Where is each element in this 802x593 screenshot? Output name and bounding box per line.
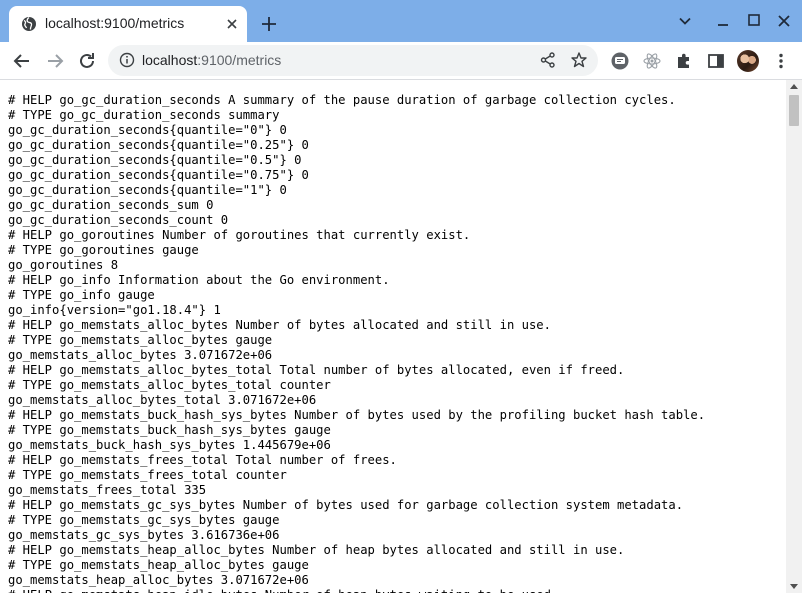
url-path: :9100/metrics	[197, 52, 282, 68]
metrics-line: # HELP go_memstats_alloc_bytes_total Tot…	[8, 363, 625, 377]
metrics-line: go_info{version="go1.18.4"} 1	[8, 303, 221, 317]
metrics-line: go_gc_duration_seconds{quantile="0.5"} 0	[8, 153, 302, 167]
metrics-line: go_gc_duration_seconds{quantile="1"} 0	[8, 183, 287, 197]
address-bar[interactable]: localhost:9100/metrics	[108, 45, 598, 76]
minimize-icon[interactable]	[714, 12, 732, 30]
url-host: localhost	[142, 52, 198, 68]
metrics-line: go_goroutines 8	[8, 258, 119, 272]
metrics-line: # TYPE go_memstats_buck_hash_sys_bytes g…	[8, 423, 331, 437]
metrics-line: # HELP go_memstats_heap_alloc_bytes Numb…	[8, 543, 625, 557]
metrics-line: # TYPE go_memstats_heap_alloc_bytes gaug…	[8, 558, 309, 572]
url-text[interactable]: localhost:9100/metrics	[142, 52, 281, 68]
vertical-scrollbar[interactable]	[786, 80, 802, 593]
metrics-text: # HELP go_gc_duration_seconds A summary …	[8, 93, 705, 593]
metrics-line: # HELP go_memstats_alloc_bytes Number of…	[8, 318, 551, 332]
close-window-icon[interactable]	[775, 12, 793, 30]
metrics-line: go_memstats_frees_total 335	[8, 483, 207, 497]
info-icon[interactable]	[119, 52, 135, 68]
metrics-line: go_memstats_alloc_bytes 3.071672e+06	[8, 348, 273, 362]
metrics-line: go_gc_duration_seconds{quantile="0"} 0	[8, 123, 287, 137]
kebab-menu-icon[interactable]	[771, 51, 791, 71]
browser-toolbar: localhost:9100/metrics	[0, 42, 802, 79]
metrics-line: # TYPE go_info gauge	[8, 288, 155, 302]
metrics-line: # TYPE go_memstats_frees_total counter	[8, 468, 287, 482]
metrics-line: # HELP go_memstats_frees_total Total num…	[8, 453, 397, 467]
plus-icon[interactable]	[260, 15, 278, 33]
metrics-line: # HELP go_info Information about the Go …	[8, 273, 390, 287]
close-icon[interactable]	[224, 16, 240, 32]
side-panel-icon[interactable]	[706, 51, 726, 71]
reload-icon[interactable]	[76, 50, 98, 72]
metrics-line: go_memstats_buck_hash_sys_bytes 1.445679…	[8, 438, 331, 452]
profile-avatar[interactable]	[737, 50, 759, 72]
scroll-up-arrow-icon[interactable]	[790, 84, 798, 89]
chevron-down-icon[interactable]	[676, 12, 694, 30]
scroll-thumb[interactable]	[789, 95, 799, 126]
metrics-line: # HELP go_gc_duration_seconds A summary …	[8, 93, 676, 107]
metrics-line: # HELP go_goroutines Number of goroutine…	[8, 228, 471, 242]
metrics-line: # TYPE go_memstats_alloc_bytes gauge	[8, 333, 273, 347]
metrics-line: # TYPE go_memstats_gc_sys_bytes gauge	[8, 513, 280, 527]
metrics-line: go_memstats_heap_alloc_bytes 3.071672e+0…	[8, 573, 309, 587]
scroll-down-arrow-icon[interactable]	[790, 584, 798, 589]
tab-strip: localhost:9100/metrics	[0, 0, 802, 42]
tab-title: localhost:9100/metrics	[45, 15, 185, 31]
metrics-line: # HELP go_memstats_buck_hash_sys_bytes N…	[8, 408, 706, 422]
back-arrow-icon[interactable]	[11, 50, 33, 72]
globe-icon	[22, 16, 36, 31]
maximize-icon[interactable]	[745, 12, 763, 30]
metrics-line: go_memstats_alloc_bytes_total 3.071672e+…	[8, 393, 317, 407]
metrics-line: # TYPE go_memstats_alloc_bytes_total cou…	[8, 378, 331, 392]
metrics-line: go_gc_duration_seconds{quantile="0.75"} …	[8, 168, 309, 182]
metrics-line: # TYPE go_goroutines gauge	[8, 243, 199, 257]
star-icon[interactable]	[570, 51, 588, 69]
metrics-line: # HELP go_memstats_heap_idle_bytes Numbe…	[8, 588, 705, 593]
metrics-line: # TYPE go_gc_duration_seconds summary	[8, 108, 280, 122]
forward-arrow-icon[interactable]	[44, 50, 66, 72]
metrics-line: # HELP go_memstats_gc_sys_bytes Number o…	[8, 498, 684, 512]
metrics-line: go_gc_duration_seconds_count 0	[8, 213, 229, 227]
metrics-line: go_gc_duration_seconds{quantile="0.25"} …	[8, 138, 309, 152]
metrics-line: go_gc_duration_seconds_sum 0	[8, 198, 214, 212]
browser-tab[interactable]: localhost:9100/metrics	[9, 6, 247, 42]
share-icon[interactable]	[539, 51, 557, 69]
react-devtools-icon[interactable]	[642, 51, 662, 71]
metrics-line: go_memstats_gc_sys_bytes 3.616736e+06	[8, 528, 280, 542]
puzzle-icon[interactable]	[674, 51, 694, 71]
chat-extension-icon[interactable]	[610, 51, 630, 71]
metrics-page: # HELP go_gc_duration_seconds A summary …	[0, 80, 786, 593]
